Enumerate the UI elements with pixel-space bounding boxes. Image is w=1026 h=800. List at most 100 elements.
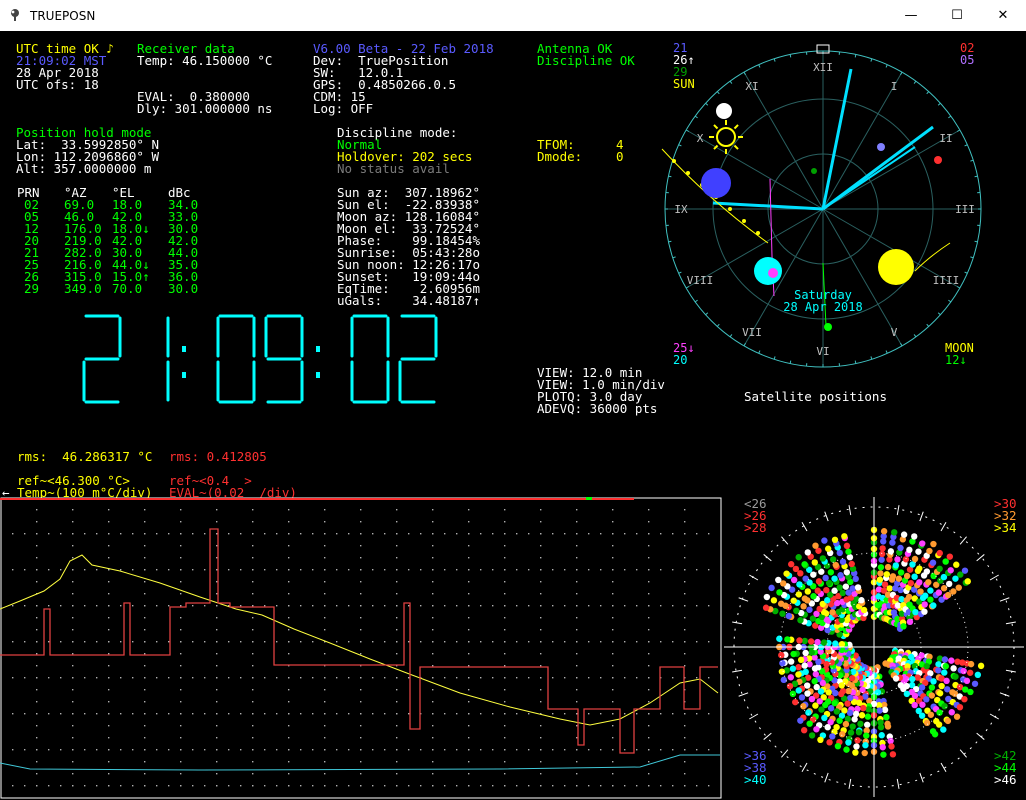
grid-dot (12, 749, 14, 751)
minute-tick (668, 240, 672, 243)
signal-sample (941, 669, 948, 676)
grid-dot (588, 785, 590, 787)
grid-dot (204, 677, 206, 679)
grid-dot (288, 509, 290, 511)
grid-dot (624, 605, 626, 607)
signal-sample (941, 656, 949, 663)
grid-dot (168, 749, 170, 751)
grid-dot (540, 521, 542, 523)
grid-dot (408, 533, 410, 535)
signal-sample (923, 662, 930, 670)
grid-dot (612, 701, 614, 703)
signal-sample (811, 665, 819, 672)
grid-dot (540, 665, 542, 667)
grid-dot (144, 785, 146, 787)
grid-dot (492, 641, 494, 643)
signal-sample (821, 537, 828, 544)
grid-dot (540, 773, 542, 775)
grid-dot (432, 557, 434, 559)
signal-sample (852, 749, 859, 756)
signal-sample (843, 542, 851, 550)
signal-sample (911, 533, 918, 540)
grid-dot (144, 569, 146, 571)
grid-dot (252, 677, 254, 679)
grid-dot (468, 689, 470, 691)
grid-dot (432, 533, 434, 535)
grid-dot (588, 569, 590, 571)
clock-colon-dot (182, 372, 186, 378)
grid-dot (108, 533, 110, 535)
signal-sample (876, 707, 883, 714)
grid-dot (240, 641, 242, 643)
grid-dot (348, 641, 350, 643)
grid-dot (648, 713, 650, 715)
grid-dot (324, 617, 326, 619)
signal-sample (944, 717, 952, 725)
grid-dot (108, 773, 110, 775)
grid-dot (552, 749, 554, 751)
signal-sample (817, 736, 824, 744)
minimize-button[interactable]: — (888, 0, 934, 31)
maximize-button[interactable]: ☐ (934, 0, 980, 31)
signal-sample (927, 587, 934, 594)
close-button[interactable]: ✕ (980, 0, 1026, 31)
grid-dot (660, 785, 662, 787)
time-graph[interactable] (0, 497, 722, 800)
signal-sample (930, 678, 937, 685)
grid-dot (108, 737, 110, 739)
grid-dot (36, 749, 38, 751)
signal-sample (848, 675, 856, 682)
signal-sample (851, 716, 858, 723)
signal-sample (891, 529, 898, 536)
grid-dot (516, 677, 518, 679)
signal-sample (823, 586, 830, 594)
grid-dot (540, 641, 542, 643)
grid-dot (324, 509, 326, 511)
grid-dot (204, 533, 206, 535)
grid-dot (576, 581, 578, 583)
grid-dot (384, 713, 386, 715)
grid-dot (216, 605, 218, 607)
grid-dot (12, 605, 14, 607)
grid-dot (240, 533, 242, 535)
grid-dot (384, 641, 386, 643)
signal-sample (897, 544, 904, 552)
grid-dot (204, 605, 206, 607)
signal-sample (768, 584, 775, 592)
signal-sample (929, 559, 937, 566)
signal-sample (930, 602, 937, 609)
grid-dot (480, 641, 482, 643)
grid-dot (576, 641, 578, 643)
grid-dot (684, 725, 686, 727)
signal-sample (961, 695, 968, 703)
signal-sample (963, 677, 971, 685)
grid-dot (516, 641, 518, 643)
trace-dot (672, 159, 676, 163)
grid-dot (432, 737, 434, 739)
grid-dot (360, 545, 362, 547)
grid-dot (348, 533, 350, 535)
grid-dot (216, 761, 218, 763)
signal-sample (919, 540, 926, 547)
grid-dot (504, 593, 506, 595)
grid-dot (180, 749, 182, 751)
signal-sample (808, 732, 816, 739)
grid-dot (372, 641, 374, 643)
signal-sample (832, 640, 839, 647)
grid-dot (336, 749, 338, 751)
satellite-map: XIIIIIIIIIIIIVVIVIIVIIIIXXXISaturday28 A… (661, 41, 982, 368)
signal-sample (879, 545, 886, 552)
signal-sample (843, 569, 851, 576)
grid-dot (60, 641, 62, 643)
grid-dot (708, 533, 710, 535)
signal-sample (846, 694, 854, 702)
minute-tick (964, 271, 968, 274)
grid-dot (180, 677, 182, 679)
main-window: UTC time OK ♪ 21:09:02 MST 28 Apr 2018 U… (0, 31, 1026, 800)
grid-dot (684, 641, 686, 643)
grid-dot (132, 785, 134, 787)
grid-dot (156, 713, 158, 715)
grid-dot (168, 641, 170, 643)
grid-dot (360, 509, 362, 511)
grid-dot (108, 725, 110, 727)
